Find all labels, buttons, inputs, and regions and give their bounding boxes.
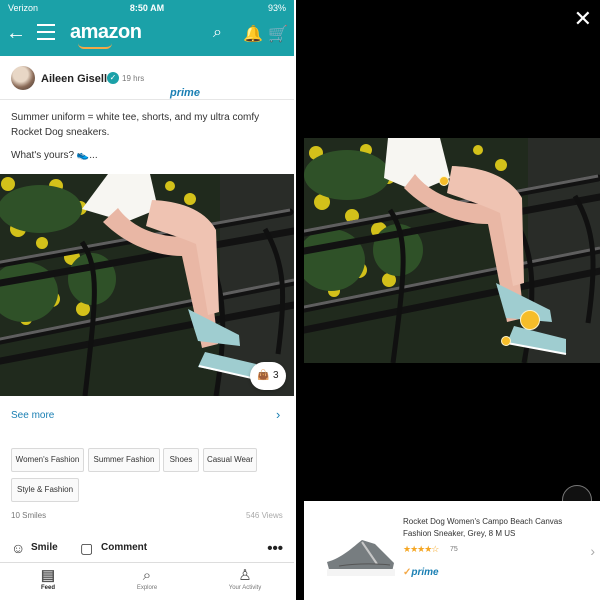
tag-style-fashion[interactable]: Style & Fashion [11, 478, 79, 502]
logo-smile-icon [78, 43, 112, 49]
fashion-photo-image [0, 174, 294, 396]
product-viewer: ✕ ⌄ Rocket Dog Women's Campo Beach Canva… [296, 0, 600, 600]
bottom-tab-bar: ▤ Feed ⌕ Explore ♙ Your Activity [0, 562, 294, 600]
avatar[interactable] [11, 66, 35, 90]
status-bar: Verizon 8:50 AM 93% [0, 0, 294, 16]
product-card[interactable]: Rocket Dog Women's Campo Beach Canvas Fa… [304, 501, 600, 600]
zoomed-photo[interactable] [304, 138, 600, 363]
smile-button[interactable]: Smile [31, 542, 58, 553]
smile-icon[interactable]: ☺ [11, 540, 25, 556]
close-icon[interactable]: ✕ [574, 6, 592, 32]
post-photo[interactable] [0, 174, 294, 396]
post-author-row: Aileen Giselle ✓ 19 hrs [0, 60, 294, 100]
feed-icon: ▤ [40, 567, 56, 584]
sneaker-product-image [327, 540, 395, 576]
product-title[interactable]: Rocket Dog Women's Campo Beach Canvas Fa… [403, 516, 581, 540]
tag-womens-fashion[interactable]: Women's Fashion [11, 448, 84, 472]
post-caption: Summer uniform = white tee, shorts, and … [11, 112, 260, 138]
tag-casual-wear[interactable]: Casual Wear [203, 448, 257, 472]
search-icon[interactable]: ⌕ [213, 24, 222, 42]
cart-icon[interactable]: 🛒 [268, 24, 288, 44]
tab-your-activity-label: Your Activity [228, 585, 262, 591]
post-age: 19 hrs [122, 74, 145, 83]
amazon-prime-logo[interactable]: amazon prime [70, 21, 200, 99]
rating-count: 75 [450, 546, 458, 553]
product-hotspot-sneaker[interactable] [520, 310, 540, 330]
tab-explore-label: Explore [136, 585, 158, 591]
tag-summer-fashion[interactable]: Summer Fashion [88, 448, 160, 472]
views-count: 546 Views [246, 511, 283, 520]
comment-button[interactable]: Comment [101, 542, 147, 553]
logo-word: amazon [70, 21, 142, 43]
tab-feed[interactable]: ▤ Feed [13, 567, 83, 591]
author-name[interactable]: Aileen Giselle [41, 73, 113, 85]
rating-stars: ★★★★☆ [403, 544, 439, 554]
tagged-item-count: 3 [273, 370, 279, 381]
search-icon: ⌕ [142, 567, 152, 584]
prime-badge: ✓prime [403, 567, 439, 578]
prime-label: prime [411, 567, 439, 578]
feed-screen: Verizon 8:50 AM 93% ← amazon prime ⌕ 🔔 🛒 … [0, 0, 294, 600]
shopping-tags-button[interactable]: 👜 3 [250, 362, 286, 390]
tab-explore[interactable]: ⌕ Explore [112, 567, 182, 591]
tab-your-activity[interactable]: ♙ Your Activity [210, 567, 280, 591]
product-hotspot-foot[interactable] [501, 336, 511, 346]
zoomed-fashion-photo-image [304, 138, 600, 363]
post-question: What's yours? 👟... [11, 150, 98, 161]
battery-level: 93% [267, 3, 286, 13]
see-more-link[interactable]: See more [11, 410, 54, 421]
chevron-right-icon[interactable]: › [276, 407, 280, 422]
comment-icon[interactable]: ▢ [80, 540, 93, 557]
chevron-right-icon[interactable]: › [590, 543, 595, 559]
tab-feed-label: Feed [40, 585, 55, 591]
product-hotspot-top[interactable] [439, 176, 449, 186]
top-app-bar: ← amazon prime ⌕ 🔔 🛒 [0, 16, 294, 99]
shopping-bag-icon: 👜 [257, 370, 270, 381]
back-arrow-icon[interactable]: ← [6, 22, 26, 45]
notification-bell-icon[interactable]: 🔔 [243, 24, 263, 44]
hamburger-menu-icon[interactable] [37, 24, 55, 40]
verified-check-icon: ✓ [107, 72, 119, 84]
tag-shoes[interactable]: Shoes [163, 448, 199, 472]
more-options-icon[interactable]: ••• [267, 540, 283, 557]
person-icon: ♙ [238, 567, 252, 584]
post-actions: ☺ Smile ▢ Comment ••• [0, 535, 294, 562]
status-time: 8:50 AM [129, 3, 165, 13]
